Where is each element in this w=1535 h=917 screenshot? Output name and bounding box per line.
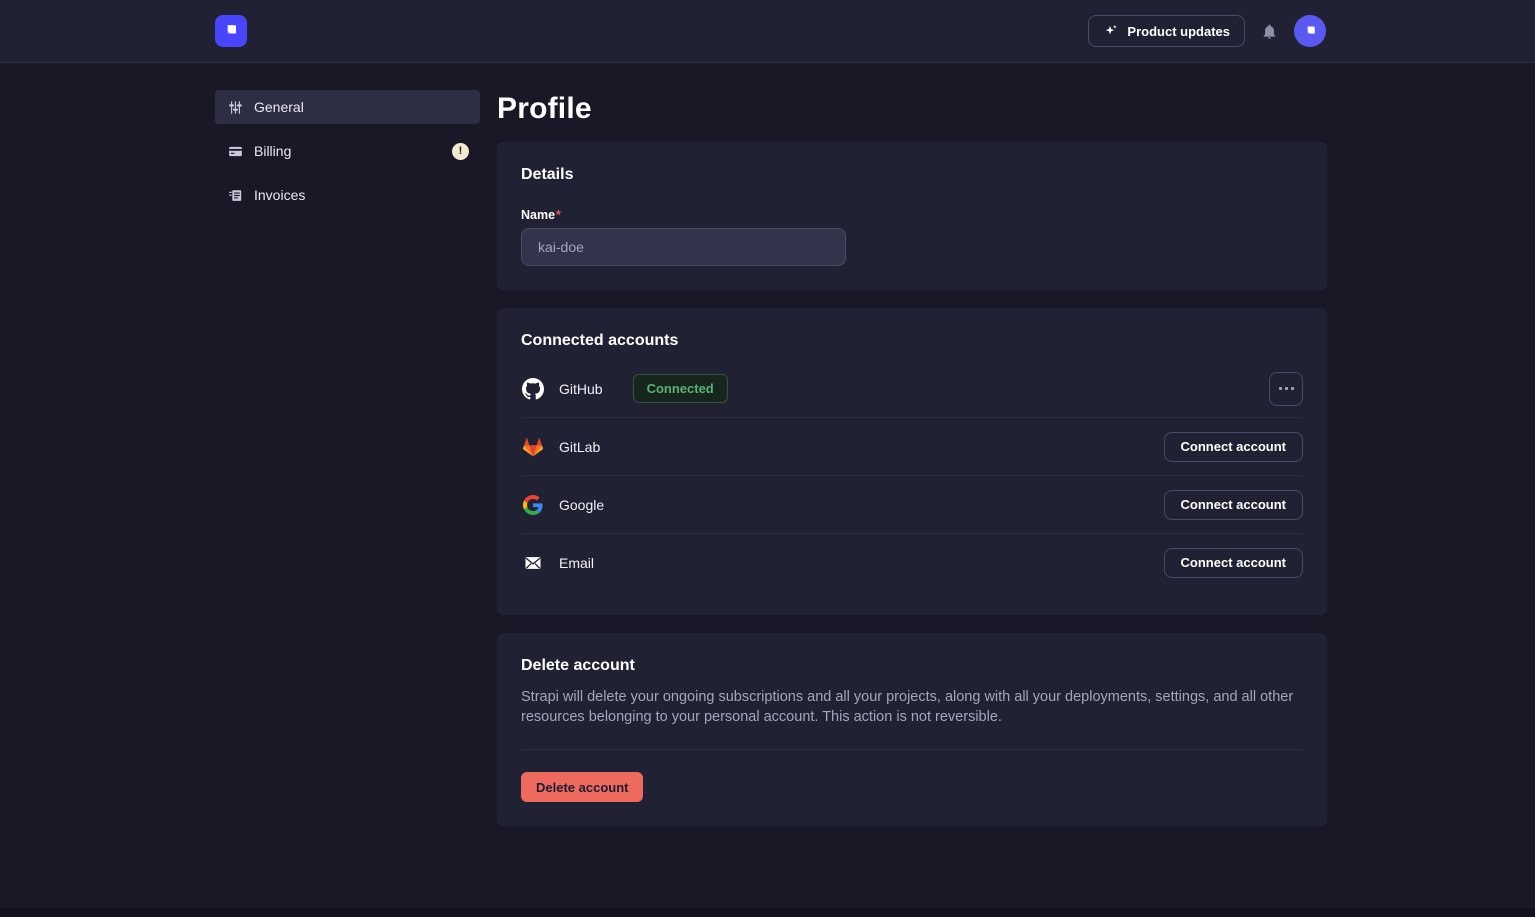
avatar-strapi-glyph-icon xyxy=(1302,23,1319,40)
bell-icon xyxy=(1261,23,1278,40)
connect-google-button[interactable]: Connect account xyxy=(1164,490,1303,520)
connected-accounts-heading: Connected accounts xyxy=(521,332,1303,350)
details-heading: Details xyxy=(521,166,1303,184)
topbar: Product updates xyxy=(0,0,1535,63)
credit-card-icon xyxy=(226,142,244,160)
product-updates-label: Product updates xyxy=(1127,24,1230,39)
delete-account-card: Delete account Strapi will delete your o… xyxy=(497,633,1327,826)
connect-gitlab-button[interactable]: Connect account xyxy=(1164,432,1303,462)
sparkles-icon xyxy=(1103,23,1119,39)
account-row-google: Google Connect account xyxy=(521,476,1303,533)
product-updates-button[interactable]: Product updates xyxy=(1088,15,1245,47)
invoice-icon xyxy=(226,186,244,204)
connect-email-button[interactable]: Connect account xyxy=(1164,548,1303,578)
page-title: Profile xyxy=(497,92,1327,126)
page-layout: General Billing ! xyxy=(0,63,1535,844)
app-root: Product updates xyxy=(0,0,1535,844)
notifications-button[interactable] xyxy=(1261,23,1278,40)
topbar-actions: Product updates xyxy=(1088,15,1326,47)
sidebar-item-general[interactable]: General xyxy=(215,90,480,124)
user-avatar[interactable] xyxy=(1294,15,1326,47)
delete-account-description: Strapi will delete your ongoing subscrip… xyxy=(521,687,1303,727)
github-account-menu-button[interactable] xyxy=(1269,372,1303,406)
sidebar-item-label: Billing xyxy=(254,143,291,159)
main-content: Profile Details Name* Connected accounts xyxy=(497,63,1327,844)
billing-warning-icon: ! xyxy=(452,143,469,160)
strapi-logo[interactable] xyxy=(215,15,247,47)
email-icon xyxy=(521,551,545,575)
name-field-label: Name* xyxy=(521,208,1303,222)
required-asterisk: * xyxy=(556,208,561,222)
divider xyxy=(521,749,1303,750)
sidebar-item-billing[interactable]: Billing ! xyxy=(215,134,480,168)
google-icon xyxy=(521,493,545,517)
name-input[interactable] xyxy=(521,228,846,266)
settings-sidebar: General Billing ! xyxy=(215,90,480,212)
gitlab-icon xyxy=(521,435,545,459)
sidebar-item-label: Invoices xyxy=(254,187,305,203)
provider-name: GitHub xyxy=(559,381,603,397)
delete-account-button[interactable]: Delete account xyxy=(521,772,643,802)
sliders-icon xyxy=(226,98,244,116)
connected-status-badge: Connected xyxy=(633,374,728,403)
account-row-email: Email Connect account xyxy=(521,534,1303,591)
provider-name: Google xyxy=(559,497,604,513)
account-row-github: GitHub Connected xyxy=(521,360,1303,417)
ellipsis-icon xyxy=(1279,387,1294,390)
accounts-list: GitHub Connected xyxy=(521,360,1303,591)
delete-account-heading: Delete account xyxy=(521,657,1303,675)
provider-name: Email xyxy=(559,555,594,571)
account-row-gitlab: GitLab Connect account xyxy=(521,418,1303,475)
details-card: Details Name* xyxy=(497,142,1327,290)
strapi-mark-icon xyxy=(221,21,241,41)
github-icon xyxy=(521,377,545,401)
bottom-edge-strip xyxy=(0,908,1535,917)
sidebar-item-label: General xyxy=(254,99,304,115)
provider-name: GitLab xyxy=(559,439,600,455)
connected-accounts-card: Connected accounts GitHub Connected xyxy=(497,308,1327,615)
sidebar-item-invoices[interactable]: Invoices xyxy=(215,178,480,212)
